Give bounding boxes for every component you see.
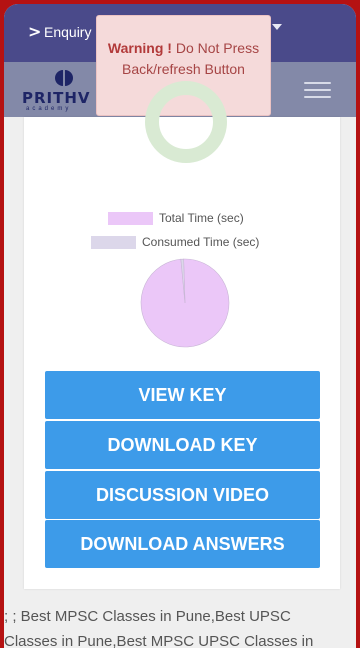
legend-label-consumed: Consumed Time (sec)	[142, 235, 260, 249]
legend-label-total: Total Time (sec)	[159, 211, 244, 225]
warning-title: Warning !	[107, 40, 172, 56]
hamburger-menu-icon[interactable]	[304, 82, 331, 98]
footer-line-2: Classes in Pune,Best MPSC UPSC Classes i…	[4, 633, 314, 648]
donut-chart	[145, 81, 227, 163]
legend-swatch-consumed	[91, 235, 136, 249]
download-key-button[interactable]: DOWNLOAD KEY	[45, 421, 320, 469]
enquiry-label: Enquiry	[44, 24, 92, 40]
caret-down-icon	[272, 24, 282, 30]
page-frame: > Enquiry PRITHV academy Warning ! Do No…	[4, 4, 356, 648]
download-answers-button[interactable]: DOWNLOAD ANSWERS	[45, 520, 320, 568]
footer-line-1: ; ; Best MPSC Classes in Pune,Best UPSC	[4, 608, 291, 625]
view-key-button[interactable]: VIEW KEY	[45, 371, 320, 419]
logo-subtext: academy	[26, 106, 72, 112]
legend-item-total: Total Time (sec)	[108, 211, 244, 225]
logo-text[interactable]: PRITHV	[22, 89, 91, 107]
legend-item-consumed: Consumed Time (sec)	[91, 235, 259, 249]
footer-seo-text: ; ; Best MPSC Classes in Pune,Best UPSC …	[4, 604, 356, 648]
discussion-video-button[interactable]: DISCUSSION VIDEO	[45, 471, 320, 519]
pie-chart	[140, 258, 230, 348]
donut-ring	[145, 81, 227, 163]
logo-icon	[55, 70, 73, 86]
chevron-right-icon: >	[28, 22, 42, 41]
legend-swatch-total	[108, 211, 153, 225]
result-card: Total Time (sec) Consumed Time (sec) VIE…	[24, 81, 340, 589]
